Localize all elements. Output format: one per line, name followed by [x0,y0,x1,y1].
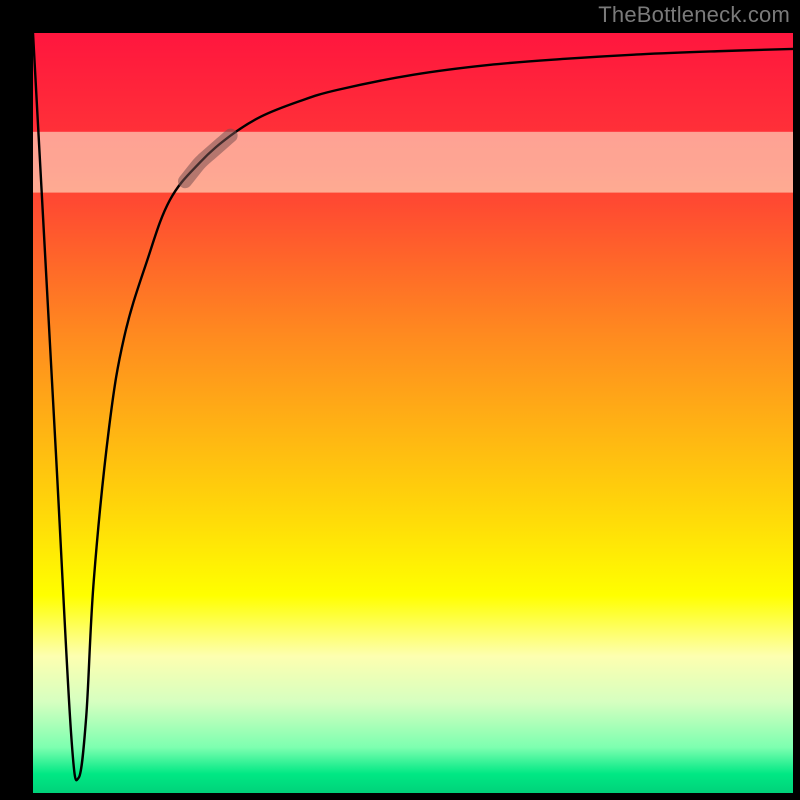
chart-frame: TheBottleneck.com [0,0,800,800]
plot-area [33,33,793,793]
bottleneck-chart [33,33,793,793]
attribution-label: TheBottleneck.com [598,2,790,28]
annotation-band [33,132,793,193]
